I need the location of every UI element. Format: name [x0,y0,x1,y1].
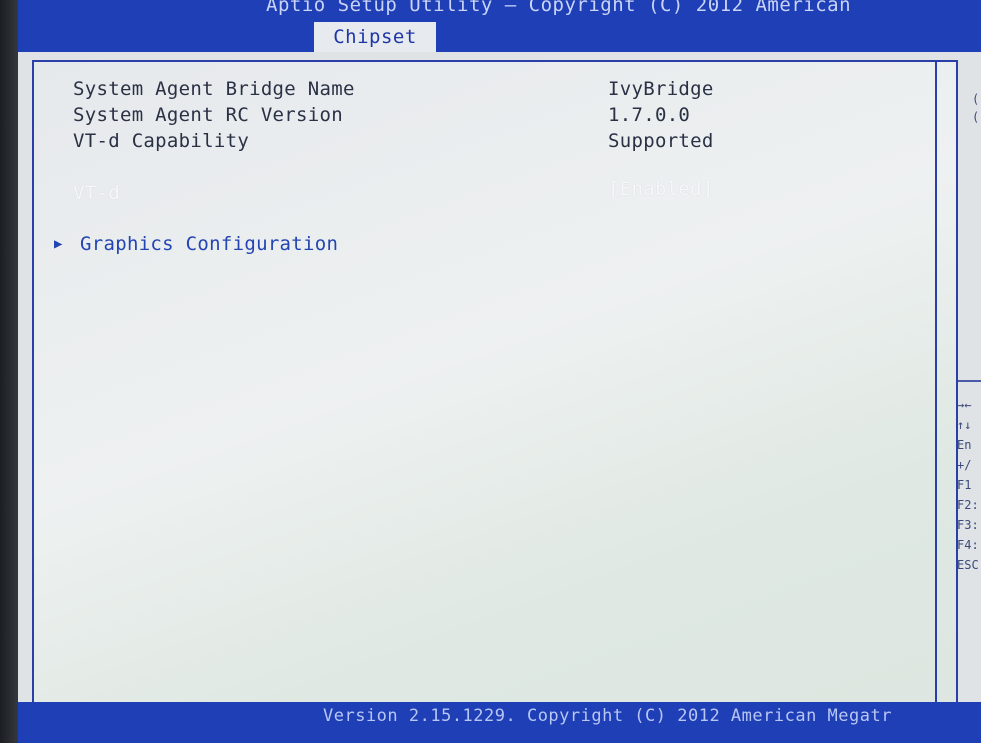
main-panel [32,60,958,716]
help-key-f2: F2: [957,498,979,512]
help-text-fragment: ( [972,92,980,106]
help-key-enter: En [957,438,972,452]
help-key-esc: ESC [957,558,979,572]
system-agent-bridge-name-value: IvyBridge [608,78,714,100]
bios-screen: Aptio Setup Utility – Copyright (C) 2012… [18,0,981,743]
tab-chipset[interactable]: Chipset [314,22,436,52]
graphics-configuration-submenu[interactable]: ▶ Graphics Configuration [54,233,338,255]
vt-d-option-label[interactable]: VT-d [73,182,120,204]
help-panel-divider [935,60,937,716]
submenu-arrow-icon: ▶ [54,236,63,252]
help-key-f1: F1 [957,478,972,492]
help-key-select-item: ↑↓ [957,418,972,432]
graphics-configuration-label: Graphics Configuration [80,233,339,255]
help-key-change-opt: +/ [957,458,972,472]
help-key-select-screen: →← [957,398,972,412]
system-agent-rc-version-value: 1.7.0.0 [608,104,691,126]
header-bar: Aptio Setup Utility – Copyright (C) 2012… [18,0,981,52]
vt-d-option-value[interactable]: [Enabled] [608,178,714,200]
system-agent-rc-version-label: System Agent RC Version [73,104,343,126]
help-text-fragment: ( [972,110,980,124]
vt-d-capability-label: VT-d Capability [73,130,250,152]
footer-version-text: Version 2.15.1229. Copyright (C) 2012 Am… [323,706,892,726]
header-title: Aptio Setup Utility – Copyright (C) 2012… [266,0,852,16]
vt-d-capability-value: Supported [608,130,714,152]
footer-bar: Version 2.15.1229. Copyright (C) 2012 Am… [18,702,981,743]
help-key-f4: F4: [957,538,979,552]
help-separator [958,380,981,382]
system-agent-bridge-name-label: System Agent Bridge Name [73,78,355,100]
help-key-f3: F3: [957,518,979,532]
